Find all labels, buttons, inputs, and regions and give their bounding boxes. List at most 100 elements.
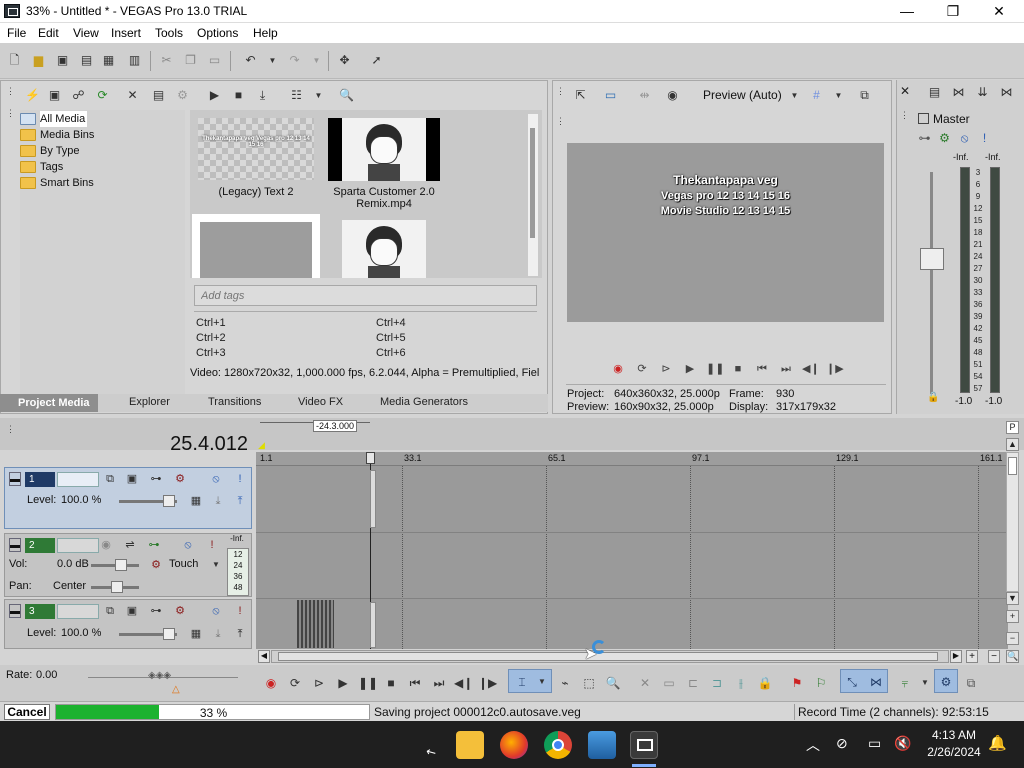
transport-record-icon[interactable]: ◉	[262, 674, 280, 692]
preview-quality-label[interactable]: Preview (Auto)	[703, 88, 782, 102]
undo-icon[interactable]: ↶	[242, 52, 259, 69]
new-file-icon[interactable]: 🗋	[6, 52, 23, 69]
scroll-left-icon[interactable]: ◀	[258, 650, 270, 663]
master-mute-icon[interactable]: ⦸	[956, 130, 973, 147]
parent-motion-icon[interactable]: ⤒	[233, 494, 247, 508]
clock-time[interactable]: 4:13 AM	[925, 728, 983, 742]
fader-lock-icon[interactable]: 🔒	[927, 392, 939, 403]
normal-edit-tool-button[interactable]: ⌶ ▼	[508, 669, 552, 693]
menu-insert[interactable]: Insert	[111, 26, 141, 40]
save-as-icon[interactable]: ▤	[78, 52, 95, 69]
notifications-icon[interactable]: 🔔	[988, 734, 1007, 752]
trim-icon[interactable]: ▭	[660, 674, 678, 692]
tree-item-smart-bins[interactable]: Smart Bins	[20, 175, 94, 191]
views-icon[interactable]: ☷	[288, 87, 305, 104]
split-screen-icon[interactable]: ⇹	[636, 87, 653, 104]
copy-icon[interactable]: ❐	[182, 52, 199, 69]
refresh-icon[interactable]: ⟳	[94, 87, 111, 104]
level-slider-knob[interactable]	[163, 495, 175, 507]
get-media-from-web-icon[interactable]: ☍	[70, 87, 87, 104]
loop-playback-icon[interactable]: ⟳	[634, 362, 650, 376]
photos-app-icon[interactable]	[588, 731, 616, 759]
enable-snapping-icon[interactable]: ✥	[336, 52, 353, 69]
copy-snapshot-icon[interactable]: ⧉	[856, 87, 873, 104]
track-minimize-icon[interactable]: ▬	[9, 604, 21, 618]
transport-pause-icon[interactable]: ❚❚	[358, 674, 378, 692]
track-fx-icon[interactable]: ⇌	[123, 538, 137, 552]
track-name-field[interactable]	[57, 604, 99, 619]
parent-motion-icon[interactable]: ⤒	[233, 627, 247, 641]
mixer-properties-icon[interactable]: ▤	[926, 84, 943, 101]
make-compositing-child-icon[interactable]: ▦	[189, 494, 203, 508]
trim-end-icon[interactable]: ⊐	[708, 674, 726, 692]
tree-item-by-type[interactable]: By Type	[20, 143, 80, 159]
vertical-scrollbar[interactable]	[1006, 452, 1019, 592]
whats-this-help-icon[interactable]: ➚	[368, 52, 385, 69]
lock-envelopes-icon[interactable]: ⧉	[962, 674, 980, 692]
split-icon[interactable]: ⫲	[732, 674, 750, 692]
preview-quality-icon[interactable]: ◉	[664, 87, 681, 104]
media-fx-icon[interactable]: ⚙	[174, 87, 191, 104]
media-thumb-selected[interactable]	[192, 214, 320, 278]
minimize-button[interactable]: —	[884, 0, 930, 23]
media-properties-icon[interactable]: ▤	[150, 87, 167, 104]
rate-slider-knob[interactable]: ◈◈◈	[148, 670, 176, 682]
video-output-fx-icon[interactable]: ⇱	[572, 87, 589, 104]
horizontal-scrollbar[interactable]	[271, 650, 949, 663]
chrome-icon[interactable]	[544, 731, 572, 759]
mixer-dim-icon[interactable]: ⋈	[998, 84, 1015, 101]
dock-grip-icon[interactable]: ⋮	[6, 86, 16, 100]
track-fx-icon[interactable]: ▣	[125, 604, 139, 618]
dock-grip-icon[interactable]: ⋮	[556, 86, 566, 100]
mute-icon[interactable]: ⦸	[209, 472, 223, 486]
media-thumb-character[interactable]	[342, 220, 426, 278]
marker-tool-icon[interactable]: P	[1006, 421, 1019, 434]
menu-tools[interactable]: Tools	[155, 26, 183, 40]
display-icon[interactable]: ▭	[868, 735, 881, 752]
transport-stop-icon[interactable]: ■	[382, 674, 400, 692]
search-icon[interactable]: 🔍	[338, 87, 355, 104]
next-frame-icon[interactable]: ❙▶	[826, 362, 844, 376]
transport-play-from-start-icon[interactable]: ⊳	[310, 674, 328, 692]
cut-icon[interactable]: ✂	[158, 52, 175, 69]
tab-explorer[interactable]: Explorer	[129, 396, 170, 408]
mixer-fx-icon[interactable]: ⋈	[950, 84, 967, 101]
trim-start-icon[interactable]: ⊏	[684, 674, 702, 692]
compositing-mode-icon[interactable]: ⊶	[149, 604, 163, 618]
track-fx-icon[interactable]: ▣	[125, 472, 139, 486]
scroll-right-icon[interactable]: ▶	[950, 650, 962, 663]
transport-loop-icon[interactable]: ⟳	[286, 674, 304, 692]
loop-marker-icon[interactable]: ◢	[258, 440, 265, 451]
make-compositing-child-icon[interactable]: ▦	[189, 627, 203, 641]
snapping-dropdown-icon[interactable]: ▼	[916, 674, 934, 692]
delete-icon[interactable]: ✕	[636, 674, 654, 692]
undo-dropdown-icon[interactable]: ▼	[264, 52, 281, 69]
tree-item-all-media[interactable]: All Media	[20, 111, 88, 127]
master-fx-icon[interactable]: ⊶	[916, 130, 933, 147]
transport-go-to-end-icon[interactable]: ⏭	[430, 674, 448, 692]
edit-tool-dropdown-icon[interactable]: ▼	[533, 673, 551, 691]
file-explorer-icon[interactable]	[456, 731, 484, 759]
stop-icon[interactable]: ■	[730, 362, 746, 376]
rate-reset-icon[interactable]: △	[172, 684, 180, 695]
scroll-down-icon[interactable]: ▼	[1006, 592, 1019, 605]
automation-mode-label[interactable]: Touch	[169, 558, 198, 570]
media-thumb-sparta[interactable]	[328, 118, 440, 181]
make-compositing-parent-icon[interactable]: ⤓	[211, 494, 225, 508]
tab-video-fx[interactable]: Video FX	[298, 396, 343, 408]
media-scroll-thumb[interactable]	[530, 128, 535, 238]
vegas-taskbar-icon[interactable]	[630, 731, 658, 759]
menu-options[interactable]: Options	[197, 26, 238, 40]
external-monitor-icon[interactable]: ▭	[602, 87, 619, 104]
auto-ripple-group[interactable]: ⤡ ⋈	[840, 669, 888, 693]
open-folder-icon[interactable]: ▆	[30, 52, 47, 69]
preview-quality-dropdown-icon[interactable]: ▼	[786, 87, 803, 104]
video-preview-display[interactable]: Thekantapapa veg Vegas pro 12 13 14 15 1…	[567, 143, 884, 322]
lock-icon[interactable]: 🔒	[756, 674, 774, 692]
solo-icon[interactable]: !	[205, 538, 219, 552]
network-icon[interactable]: ⊘	[836, 735, 848, 752]
cancel-button[interactable]: Cancel	[4, 704, 50, 720]
add-tags-input[interactable]	[195, 286, 536, 305]
zoom-edit-tool-icon[interactable]: 🔍	[604, 674, 622, 692]
import-media-icon[interactable]: ⚡	[24, 87, 41, 104]
